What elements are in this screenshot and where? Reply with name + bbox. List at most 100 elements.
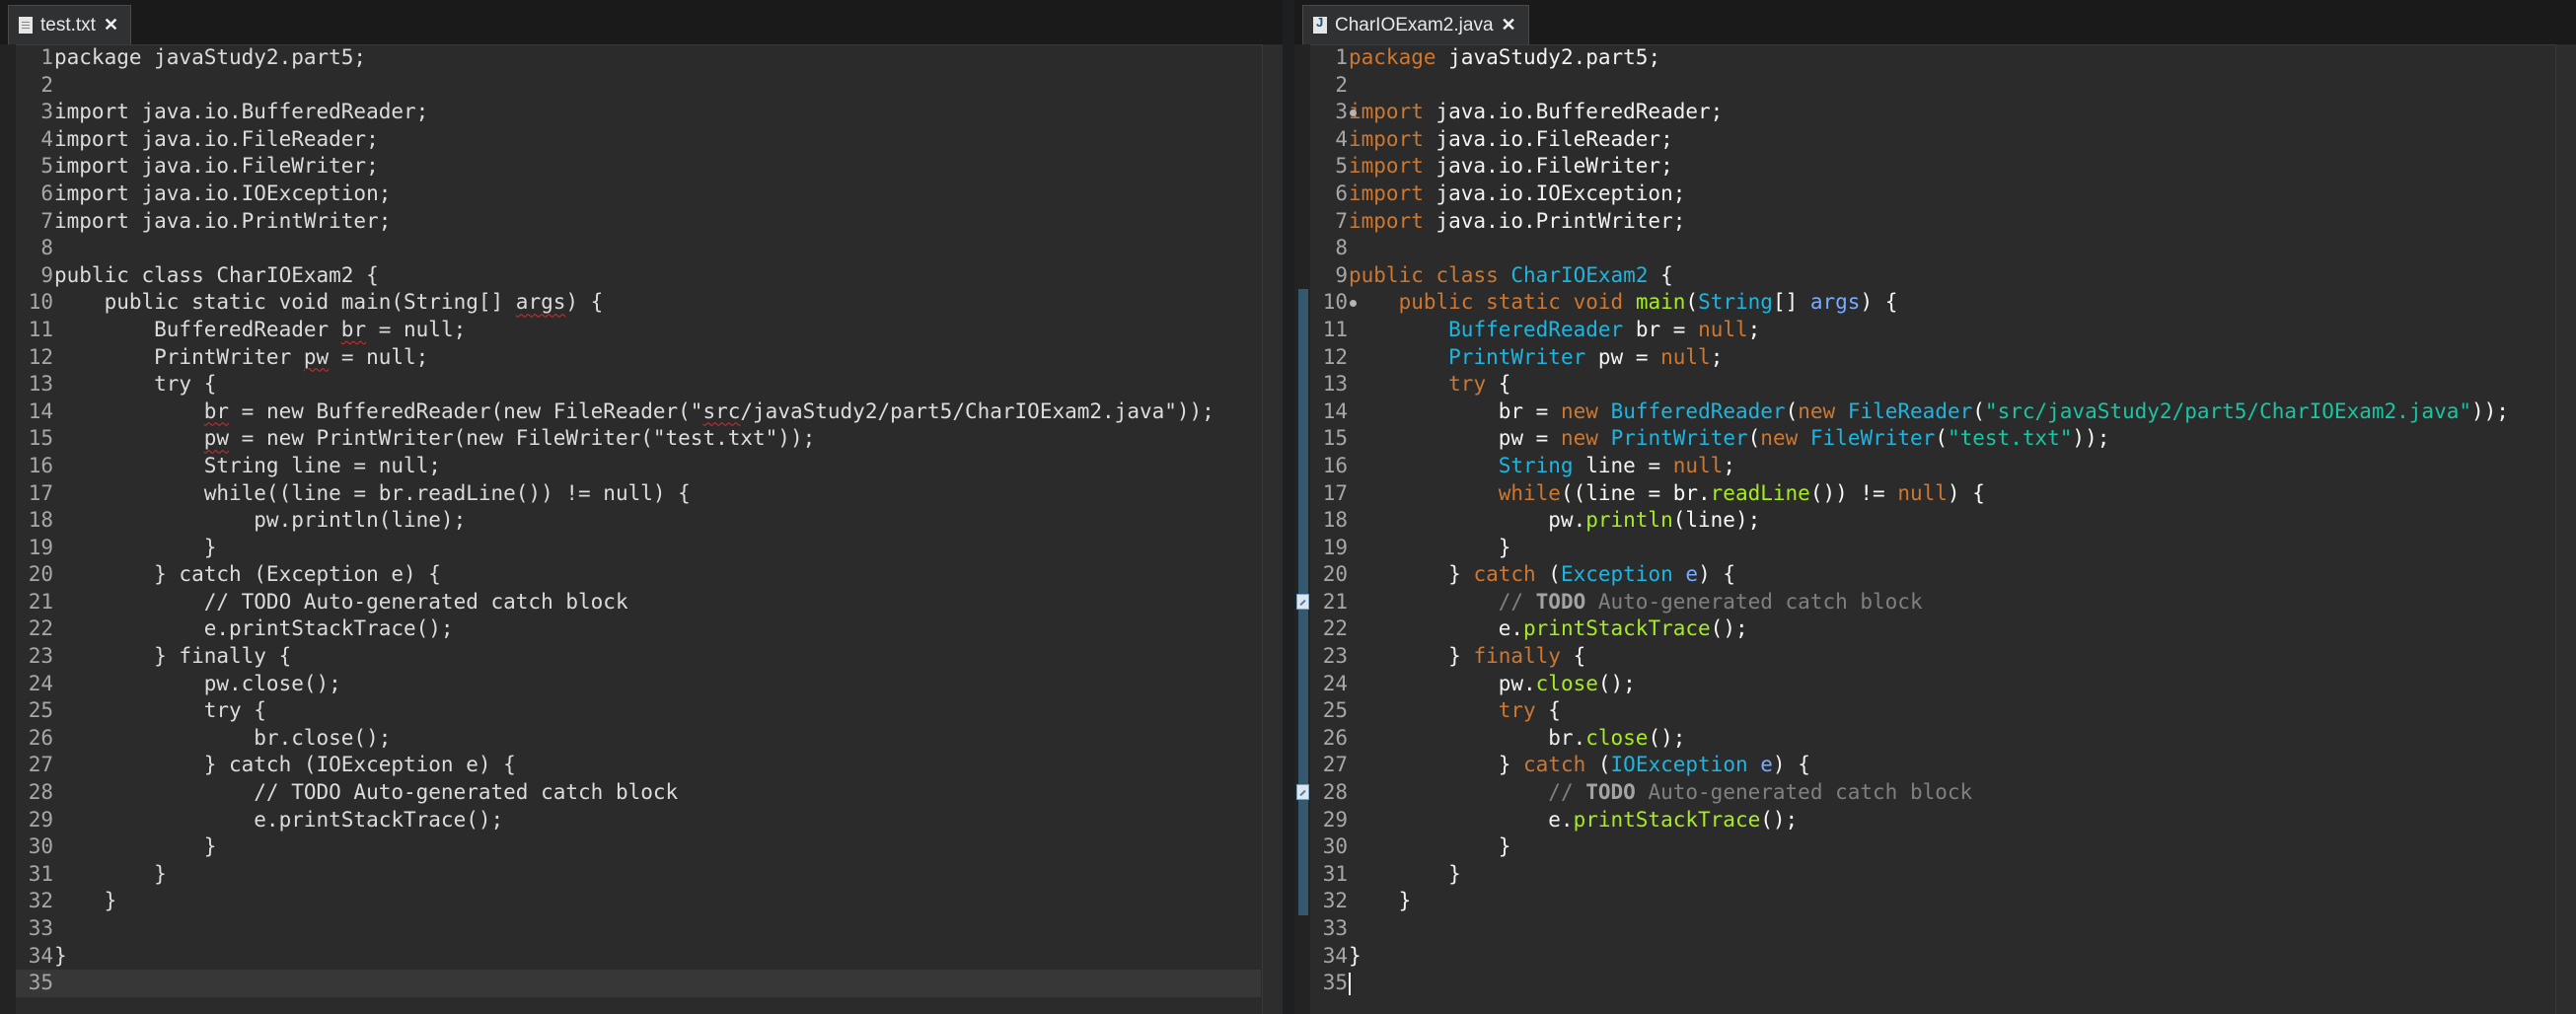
change-indicator (1298, 833, 1308, 861)
change-indicator (1298, 697, 1308, 725)
code-line: 20 } catch (Exception e) { (16, 561, 1261, 589)
code-line: 22 e.printStackTrace(); (16, 616, 1261, 643)
left-vertical-scrollbar[interactable] (1262, 44, 1283, 1014)
code-line: 22 e.printStackTrace(); (1298, 616, 2554, 644)
line-text: import java.io.FileReader; (54, 126, 379, 151)
code-line: 21 // TODO Auto-generated catch block (16, 589, 1261, 616)
code-line: 20 } catch (Exception e) { (1298, 561, 2554, 589)
code-line: 16 String line = null; (16, 453, 1261, 480)
code-line: 1package javaStudy2.part5; (16, 44, 1261, 72)
change-indicator (1298, 534, 1308, 562)
line-number: 14 (1322, 398, 1348, 423)
right-java-editor[interactable]: 1package javaStudy2.part5; 2 3 import java.… (1294, 44, 2576, 1014)
line-number: 29 (28, 807, 53, 832)
code-line: 27 } catch (IOException e) { (16, 752, 1261, 779)
tab-chariofexam2-java[interactable]: CharIOExam2.java ✕ (1302, 5, 1529, 44)
line-text: e.printStackTrace(); (1349, 807, 1799, 832)
line-number: 5 (40, 154, 53, 179)
change-indicator (1298, 507, 1308, 535)
line-text: pw.close(); (54, 671, 341, 695)
line-number: 3 (1335, 100, 1348, 124)
code-line: 26 br.close(); (1298, 724, 2554, 753)
line-text: } (54, 861, 167, 886)
line-text: e.printStackTrace(); (1349, 616, 1748, 641)
code-line: 31 } (1298, 860, 2554, 889)
right-code-area[interactable]: 1package javaStudy2.part5; 2 3 import java.… (1296, 44, 2554, 997)
change-indicator (1298, 643, 1308, 671)
line-number: 35 (28, 971, 53, 995)
line-number: 6 (40, 181, 53, 205)
code-line: 4import java.io.FileReader; (16, 126, 1261, 154)
code-line: 6import java.io.IOException; (16, 181, 1261, 208)
code-line: 30 } (1298, 833, 2554, 861)
line-text: } (54, 943, 67, 968)
code-line: 4import java.io.FileReader; (1310, 126, 2554, 154)
line-text: // TODO Auto-generated catch block (1548, 780, 1973, 805)
left-code-area[interactable]: 1package javaStudy2.part5; 2 3import java.… (16, 44, 1261, 997)
java-file-icon (1313, 15, 1327, 34)
left-text-editor[interactable]: 1package javaStudy2.part5; 2 3import java.… (0, 44, 1283, 1014)
line-number: 27 (1322, 753, 1348, 777)
code-line: 27 } catch (IOException e) { (1298, 752, 2554, 780)
line-number: 22 (28, 616, 53, 641)
line-number: 16 (28, 453, 53, 477)
tab-label: test.txt (40, 14, 96, 36)
line-text: br.close(); (1349, 725, 1686, 750)
code-line: 10 public static void main(String[] args… (1298, 289, 2554, 317)
code-line: 26 br.close(); (16, 725, 1261, 753)
code-line: 33 (16, 915, 1261, 943)
line-text: package javaStudy2.part5; (1349, 45, 1661, 69)
line-text: } catch (Exception e) { (54, 562, 441, 587)
code-line: 32 } (1298, 888, 2554, 915)
line-number: 4 (40, 126, 53, 151)
line-number: 30 (28, 834, 53, 859)
code-line: 17 while((line = br.readLine()) != null)… (16, 480, 1261, 508)
line-text: String line = null; (1498, 453, 1735, 477)
code-line: 17 while((line = br.readLine()) != null)… (1298, 479, 2554, 508)
line-number: 32 (1322, 889, 1348, 913)
code-line: 12 PrintWriter pw = null; (16, 344, 1261, 372)
code-line: 11 BufferedReader br = null; (1298, 316, 2554, 344)
line-number: 4 (1335, 126, 1348, 151)
close-tab-icon[interactable]: ✕ (104, 15, 118, 36)
line-number: 7 (40, 208, 53, 233)
text-file-icon (19, 17, 33, 34)
line-text: pw.close(); (1349, 671, 1636, 695)
line-number: 9 (40, 262, 53, 287)
line-number: 12 (28, 344, 53, 369)
line-number: 20 (1322, 562, 1348, 587)
line-text: } finally { (54, 644, 292, 669)
code-line: 2 (1310, 72, 2554, 100)
code-line: 34} (16, 943, 1261, 971)
change-indicator (1298, 561, 1308, 589)
line-number: 15 (28, 426, 53, 451)
line-number: 30 (1322, 834, 1348, 859)
line-number: 32 (28, 889, 53, 913)
line-number: 15 (1322, 426, 1348, 451)
line-text: } catch (IOException e) { (1349, 753, 1810, 777)
tab-test-txt[interactable]: test.txt ✕ (8, 5, 132, 44)
line-number: 21 (28, 589, 53, 614)
line-number: 21 (1322, 589, 1348, 614)
code-line: 12 PrintWriter pw = null; (1298, 343, 2554, 372)
close-tab-icon[interactable]: ✕ (1502, 15, 1516, 36)
line-number: 34 (28, 943, 53, 968)
line-text: try { (1448, 372, 1511, 397)
code-line: 2 (16, 72, 1261, 100)
code-line: 9public class CharIOExam2 { (1310, 262, 2554, 290)
code-line: 33 (1310, 915, 2554, 943)
line-text: pw.println(line); (54, 508, 467, 533)
line-text: import java.io.BufferedReader; (1349, 100, 1724, 124)
line-text: } (54, 889, 117, 913)
right-vertical-scrollbar[interactable] (2555, 44, 2576, 1014)
line-text: e.printStackTrace(); (54, 616, 454, 641)
line-text: } (1349, 861, 1461, 886)
line-number: 31 (28, 861, 53, 886)
task-marker-icon[interactable] (1296, 784, 1309, 801)
code-line: 28 // TODO Auto-generated catch block (16, 779, 1261, 807)
task-marker-icon[interactable] (1296, 593, 1309, 610)
code-line: 19 } (16, 535, 1261, 562)
line-number: 33 (1322, 916, 1348, 940)
line-number: 19 (1322, 535, 1348, 559)
change-indicator (1298, 860, 1308, 889)
